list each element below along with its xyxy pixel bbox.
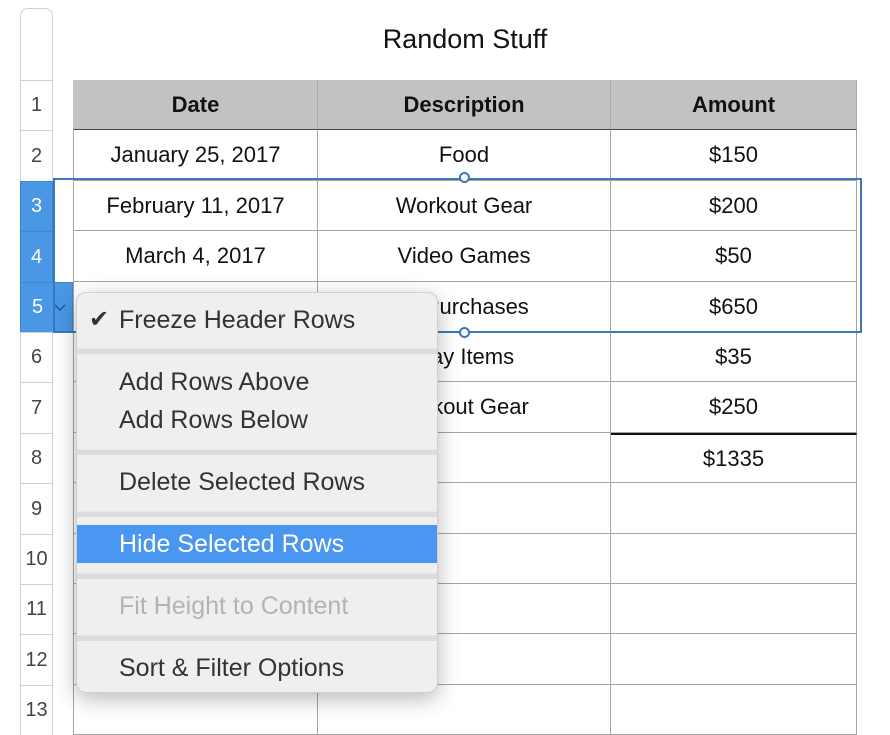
- table-corner-handle[interactable]: [20, 8, 53, 80]
- row-number: 1: [30, 94, 43, 116]
- cell-date[interactable]: March 4, 2017: [73, 231, 318, 282]
- row-number: 13: [25, 699, 48, 721]
- row-header-8[interactable]: 8: [20, 433, 53, 483]
- column-header-description[interactable]: Description: [318, 80, 611, 130]
- row-header-2[interactable]: 2: [20, 130, 53, 181]
- selection-handle-top[interactable]: [459, 172, 470, 183]
- row-header-7[interactable]: 7: [20, 382, 53, 433]
- row-header-4[interactable]: 4: [20, 231, 53, 282]
- menu-item-hide-selected-rows[interactable]: Hide Selected Rows: [77, 525, 437, 563]
- selection-handle-bottom[interactable]: [459, 327, 470, 338]
- row-number: 12: [25, 648, 48, 671]
- row-header-5[interactable]: 5: [20, 282, 73, 332]
- column-header-amount[interactable]: Amount: [611, 80, 857, 130]
- cell-amount[interactable]: $200: [611, 181, 857, 231]
- menu-separator: [77, 348, 437, 354]
- menu-item-add-rows-above[interactable]: Add Rows Above: [77, 363, 437, 401]
- menu-item-add-rows-below[interactable]: Add Rows Below: [77, 401, 437, 439]
- cell-date[interactable]: February 11, 2017: [73, 181, 318, 231]
- row-header-6[interactable]: 6: [20, 332, 53, 382]
- row-number: 11: [26, 598, 47, 620]
- column-header-date[interactable]: Date: [73, 80, 318, 130]
- cell-description[interactable]: Workout Gear: [318, 181, 611, 231]
- menu-item-fit-height-to-content: Fit Height to Content: [119, 592, 349, 620]
- row-context-menu: ✔ Freeze Header Rows Add Rows Above Add …: [76, 292, 438, 693]
- menu-separator: [77, 449, 437, 455]
- row-number: 2: [30, 144, 43, 167]
- header-row: Date Description Amount: [73, 80, 857, 130]
- row-number: 10: [25, 548, 48, 570]
- row-header-12[interactable]: 12: [20, 634, 53, 685]
- row-header-1[interactable]: 1: [20, 80, 53, 130]
- menu-separator: [77, 635, 437, 641]
- cell-amount[interactable]: [611, 584, 857, 634]
- row-header-3[interactable]: 3: [20, 181, 53, 231]
- row-number: 4: [30, 245, 43, 268]
- chevron-down-icon[interactable]: [53, 300, 67, 314]
- menu-item-sort-filter-options[interactable]: Sort & Filter Options: [77, 649, 437, 687]
- cell-amount[interactable]: [611, 483, 857, 534]
- cell-description[interactable]: Video Games: [318, 231, 611, 282]
- cell-amount[interactable]: $50: [611, 231, 857, 282]
- row-number: 9: [30, 497, 43, 520]
- row-header-9[interactable]: 9: [20, 483, 53, 534]
- menu-item-freeze-header-rows[interactable]: ✔ Freeze Header Rows: [77, 301, 437, 339]
- cell-amount[interactable]: $250: [611, 382, 857, 433]
- menu-separator: [77, 511, 437, 517]
- cell-amount[interactable]: $650: [611, 282, 857, 332]
- cell-amount[interactable]: $150: [611, 130, 857, 181]
- row-number: 8: [30, 447, 43, 469]
- cell-amount[interactable]: [611, 634, 857, 685]
- row-number: 5: [32, 296, 44, 318]
- row-header-10[interactable]: 10: [20, 534, 53, 584]
- row-header-13[interactable]: 13: [20, 685, 53, 735]
- menu-item-label: Freeze Header Rows: [119, 306, 356, 334]
- table-title[interactable]: Random Stuff: [73, 24, 857, 55]
- cell-date[interactable]: January 25, 2017: [73, 130, 318, 181]
- menu-item-delete-selected-rows[interactable]: Delete Selected Rows: [77, 463, 437, 501]
- table-row: March 4, 2017 Video Games $50: [73, 231, 857, 282]
- table-row: February 11, 2017 Workout Gear $200: [73, 181, 857, 231]
- cell-amount[interactable]: $35: [611, 332, 857, 382]
- row-number: 3: [30, 195, 43, 217]
- cell-amount[interactable]: $1335: [611, 433, 857, 483]
- menu-separator: [77, 573, 437, 579]
- cell-amount[interactable]: [611, 685, 857, 735]
- row-header-11[interactable]: 11: [20, 584, 53, 634]
- row-number: 7: [30, 396, 43, 419]
- cell-amount[interactable]: [611, 534, 857, 584]
- row-number: 6: [30, 346, 43, 368]
- checkmark-icon: ✔: [89, 306, 110, 333]
